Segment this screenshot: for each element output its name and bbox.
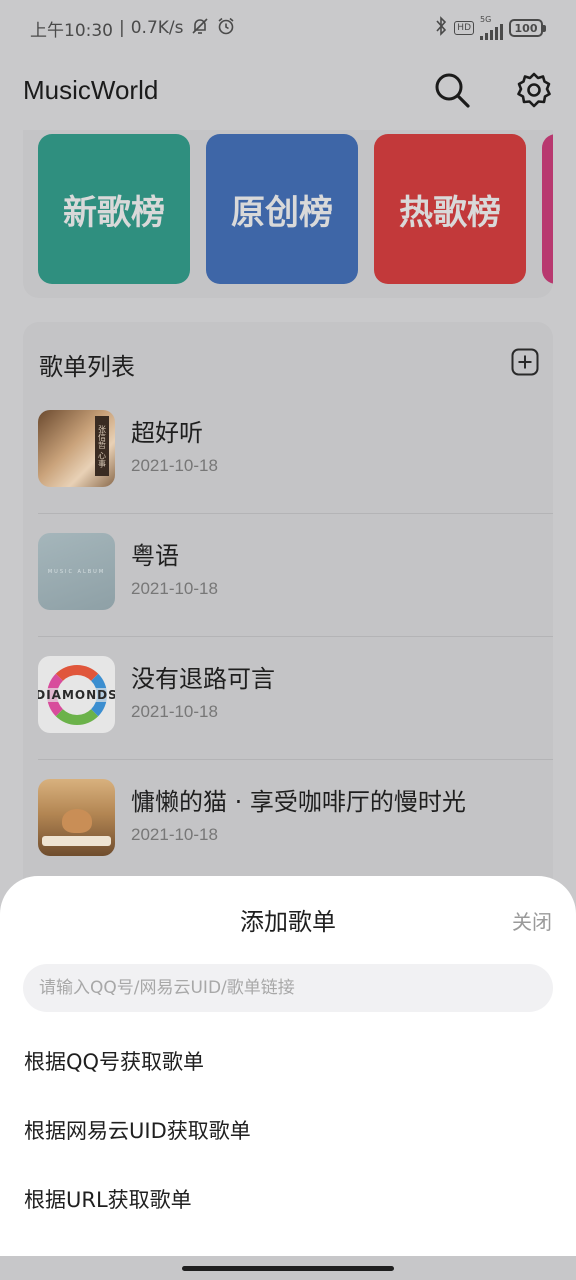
search-icon[interactable] <box>432 70 472 110</box>
list-item-text: 超好听 2021-10-18 <box>131 418 218 476</box>
navigation-bar <box>0 1256 576 1280</box>
playlist-cover: MUSIC ALBUM <box>38 533 115 610</box>
battery-icon: 100 <box>509 19 546 37</box>
playlist-date: 2021-10-18 <box>131 702 218 721</box>
playlist-title: 没有退路可言 <box>131 665 275 693</box>
playlist-title: 慵懒的猫 · 享受咖啡厅的慢时光 <box>131 788 466 816</box>
add-square-icon[interactable] <box>511 348 539 380</box>
playlist-card: 歌单列表 张信哲 心事 超好听 2021-10-18 MUSIC ALBUM 粤… <box>23 322 553 922</box>
signal-label: 5G <box>480 15 492 24</box>
battery-level: 100 <box>509 19 543 37</box>
status-bar: 上午10:30 | 0.7K/s HD 5G 100 <box>0 0 576 56</box>
list-item[interactable]: MUSIC ALBUM 粤语 2021-10-18 <box>38 533 553 656</box>
playlist-header: 歌单列表 <box>39 344 539 384</box>
status-left: 上午10:30 | 0.7K/s <box>30 16 236 41</box>
playlist-date: 2021-10-18 <box>131 456 218 475</box>
sheet-options: 根据QQ号获取歌单 根据网易云UID获取歌单 根据URL获取歌单 <box>0 1026 576 1233</box>
playlist-cover <box>38 779 115 856</box>
fetch-by-url-option[interactable]: 根据URL获取歌单 <box>0 1164 576 1233</box>
divider <box>38 513 553 514</box>
alarm-icon <box>216 16 236 40</box>
list-item-text: 没有退路可言 2021-10-18 <box>131 664 275 722</box>
charts-card: 新歌榜 原创榜 热歌榜 <box>23 130 553 298</box>
cover-text: 张信哲 心事 <box>95 416 109 476</box>
chart-tile-partial[interactable] <box>542 134 553 284</box>
hd-icon: HD <box>454 21 474 35</box>
playlist-cover: 张信哲 心事 <box>38 410 115 487</box>
status-time: 上午10:30 <box>30 20 113 41</box>
chart-tile-hot-songs[interactable]: 热歌榜 <box>374 134 526 284</box>
app-bar: MusicWorld <box>0 60 576 120</box>
list-item[interactable]: 张信哲 心事 超好听 2021-10-18 <box>38 410 553 533</box>
list-item-text: 粤语 2021-10-18 <box>131 541 218 599</box>
cover-text: DIAMONDS <box>38 687 115 702</box>
signal-icon: 5G <box>480 16 503 40</box>
add-playlist-sheet: 添加歌单 关闭 根据QQ号获取歌单 根据网易云UID获取歌单 根据URL获取歌单 <box>0 876 576 1256</box>
gear-icon[interactable] <box>514 70 554 110</box>
network-speed: 0.7K/s <box>130 18 184 38</box>
chart-tile-original[interactable]: 原创榜 <box>206 134 358 284</box>
divider <box>38 759 553 760</box>
playlist-title: 粤语 <box>131 542 179 570</box>
sheet-title: 添加歌单 <box>240 908 336 936</box>
app-title: MusicWorld <box>23 74 159 105</box>
fetch-by-qq-option[interactable]: 根据QQ号获取歌单 <box>0 1026 576 1095</box>
fetch-by-netease-uid-option[interactable]: 根据网易云UID获取歌单 <box>0 1095 576 1164</box>
chart-tile-new-songs[interactable]: 新歌榜 <box>38 134 190 284</box>
status-separator: | <box>119 18 125 38</box>
cover-text: MUSIC ALBUM <box>47 568 106 575</box>
playlist-date: 2021-10-18 <box>131 579 218 598</box>
app-actions <box>432 70 554 110</box>
playlist-cover: DIAMONDS <box>38 656 115 733</box>
playlist-date: 2021-10-18 <box>131 825 218 844</box>
chart-tiles: 新歌榜 原创榜 热歌榜 <box>38 134 553 284</box>
list-item-text: 慵懒的猫 · 享受咖啡厅的慢时光 2021-10-18 <box>131 787 466 845</box>
playlist-title: 超好听 <box>131 419 203 447</box>
playlist-source-input[interactable] <box>23 964 553 1012</box>
playlist-heading: 歌单列表 <box>39 352 135 381</box>
divider <box>38 636 553 637</box>
sheet-header: 添加歌单 关闭 <box>0 902 576 942</box>
home-indicator[interactable] <box>182 1266 394 1271</box>
close-button[interactable]: 关闭 <box>512 902 552 942</box>
list-item[interactable]: DIAMONDS 没有退路可言 2021-10-18 <box>38 656 553 779</box>
bluetooth-icon <box>434 16 448 40</box>
playlist-list: 张信哲 心事 超好听 2021-10-18 MUSIC ALBUM 粤语 202… <box>38 410 553 902</box>
mute-bell-icon <box>190 16 210 40</box>
status-right: HD 5G 100 <box>434 16 546 40</box>
